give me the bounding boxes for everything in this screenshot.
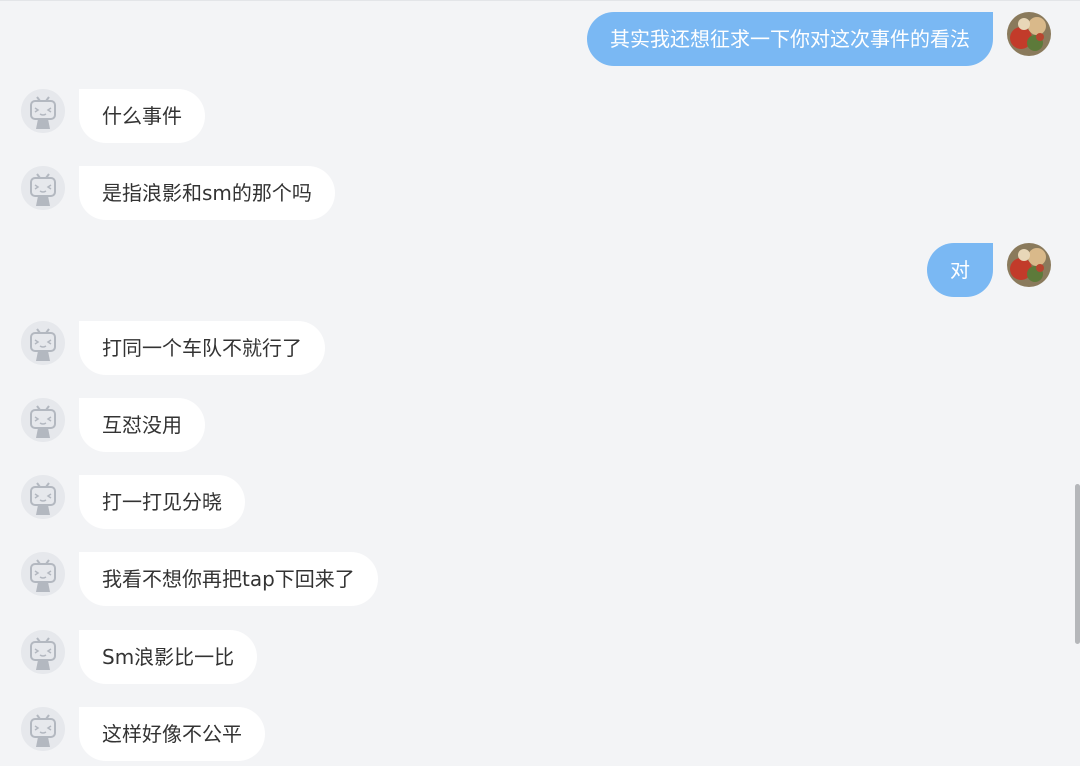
message-bubble[interactable]: 这样好像不公平 xyxy=(79,707,265,761)
message-incoming: 打一打见分晓 xyxy=(0,475,1080,529)
user-photo-avatar[interactable] xyxy=(1007,243,1051,287)
message-incoming: Sm浪影比一比 xyxy=(0,630,1080,684)
message-bubble[interactable]: 什么事件 xyxy=(79,89,205,143)
vertical-scrollbar[interactable] xyxy=(1075,484,1080,644)
message-bubble[interactable]: 是指浪影和sm的那个吗 xyxy=(79,166,335,220)
bilibili-tv-default-avatar-icon[interactable] xyxy=(21,630,65,674)
message-incoming: 这样好像不公平 xyxy=(0,707,1080,761)
bilibili-tv-default-avatar-icon[interactable] xyxy=(21,166,65,210)
header-divider xyxy=(0,0,1080,1)
message-bubble[interactable]: 其实我还想征求一下你对这次事件的看法 xyxy=(587,12,993,66)
message-bubble[interactable]: Sm浪影比一比 xyxy=(79,630,258,684)
message-incoming: 我看不想你再把tap下回来了 xyxy=(0,552,1080,606)
chat-message-list[interactable]: 其实我还想征求一下你对这次事件的看法 什么事件 是指浪影和sm的那个吗 对 打同… xyxy=(0,0,1080,766)
message-incoming: 是指浪影和sm的那个吗 xyxy=(0,166,1080,220)
message-outgoing: 其实我还想征求一下你对这次事件的看法 xyxy=(0,12,1080,66)
message-incoming: 互怼没用 xyxy=(0,398,1080,452)
message-incoming: 什么事件 xyxy=(0,89,1080,143)
bilibili-tv-default-avatar-icon[interactable] xyxy=(21,89,65,133)
bilibili-tv-default-avatar-icon[interactable] xyxy=(21,707,65,751)
user-photo-avatar[interactable] xyxy=(1007,12,1051,56)
message-bubble[interactable]: 打一打见分晓 xyxy=(79,475,245,529)
message-incoming: 打同一个车队不就行了 xyxy=(0,321,1080,375)
message-bubble[interactable]: 打同一个车队不就行了 xyxy=(79,321,325,375)
message-bubble[interactable]: 互怼没用 xyxy=(79,398,205,452)
message-bubble[interactable]: 我看不想你再把tap下回来了 xyxy=(79,552,378,606)
bilibili-tv-default-avatar-icon[interactable] xyxy=(21,398,65,442)
bilibili-tv-default-avatar-icon[interactable] xyxy=(21,552,65,596)
bilibili-tv-default-avatar-icon[interactable] xyxy=(21,475,65,519)
message-bubble[interactable]: 对 xyxy=(927,243,993,297)
bilibili-tv-default-avatar-icon[interactable] xyxy=(21,321,65,365)
message-outgoing: 对 xyxy=(0,243,1080,297)
